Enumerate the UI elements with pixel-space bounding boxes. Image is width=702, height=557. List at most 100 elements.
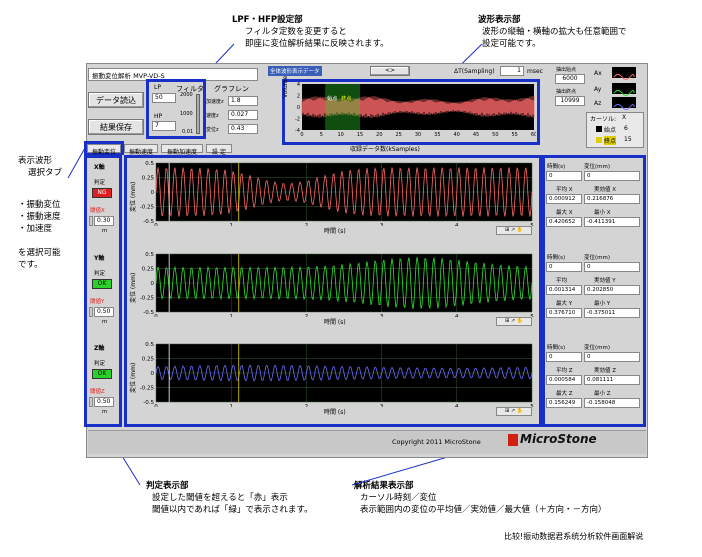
result-disp-label: 変位(mm) — [584, 164, 611, 170]
result-time-label: 時間(s) — [547, 345, 566, 351]
result-max-value: 0.420652 — [546, 217, 582, 227]
threshold-stepper[interactable] — [89, 307, 93, 317]
filter-slider[interactable] — [196, 94, 200, 134]
overview-y-tick: 2 — [297, 94, 300, 100]
axis-label: X軸 — [94, 164, 105, 171]
save-result-button[interactable]: 結果保存 — [88, 119, 144, 135]
judge-status-badge: NG — [92, 188, 112, 198]
y-tick-label: 0.5 — [145, 342, 154, 348]
threshold-stepper[interactable] — [89, 216, 93, 226]
result-avg-label: 平均 X — [556, 187, 573, 193]
threshold-stepper[interactable] — [89, 397, 93, 407]
result-rms-label: 実効値 X — [594, 187, 617, 193]
waveform-chart[interactable]: 0.50.250-0.25-0.50 1 2 3 4 5 — [138, 160, 536, 226]
y-tick-label: 0.5 — [145, 161, 154, 167]
disp-z-label: 変位z — [206, 127, 219, 133]
x-tick-label: 3 — [380, 314, 384, 317]
result-disp-label: 変位(mm) — [584, 345, 611, 351]
overview-xlabel: 収録データ数(kSamples) — [350, 146, 420, 153]
overview-x-tick: 0 — [300, 132, 303, 138]
result-disp-value: 0 — [584, 171, 640, 181]
overview-x-tick: 50 — [492, 132, 498, 138]
judge-status-badge: OK — [92, 369, 112, 379]
accel-z-field[interactable]: 1.8 — [228, 96, 258, 106]
lp-input[interactable]: 50 — [152, 93, 176, 103]
chart-zoom-tools[interactable]: ⊞ ↗ ✋ — [496, 407, 532, 416]
y-tick-label: -0.25 — [140, 296, 155, 302]
result-time-value: 0 — [546, 262, 582, 272]
threshold-input[interactable]: 0.50 — [94, 307, 114, 317]
chart-xlabel: 時間 (s) — [324, 409, 346, 416]
chart-zoom-tools[interactable]: ⊞ ↗ ✋ — [496, 317, 532, 326]
result-min-label: 最小 Y — [594, 301, 611, 307]
overview-y-tick: 0 — [297, 105, 300, 111]
result-max-label: 最大 Z — [556, 391, 573, 397]
overview-y-tick: -2 — [295, 117, 300, 123]
brand-logo-icon — [508, 434, 518, 446]
tab-acceleration[interactable]: 振動加速度 — [161, 144, 203, 156]
tab-settings[interactable]: 設 定 — [206, 144, 232, 156]
threshold-input[interactable]: 0.50 — [94, 397, 114, 407]
x-tick-label: 1 — [229, 314, 233, 317]
x-tick-label: 2 — [305, 314, 309, 317]
result-rms-value: 0.216876 — [584, 194, 640, 204]
threshold-label: 閾値X — [90, 208, 105, 214]
dt-label: ΔT(Sampling) — [454, 68, 495, 75]
x-tick-label: 3 — [380, 404, 384, 407]
lp-label: LP — [154, 84, 161, 91]
cursor-end-value[interactable]: 15 — [624, 136, 632, 143]
chart-ylabel: 変位 (mm) — [130, 272, 137, 303]
legend-ay-label: Ay — [594, 86, 602, 93]
hp-label: HP — [154, 113, 163, 120]
disp-z-field[interactable]: 0.43 — [228, 124, 258, 134]
extract-end-label: 抽出終点 — [556, 89, 577, 95]
waveform-chart[interactable]: 0.50.250-0.25-0.50 1 2 3 4 5 — [138, 341, 536, 407]
x-tick-label: 2 — [305, 404, 309, 407]
judge-status-badge: OK — [92, 279, 112, 289]
overview-waveform[interactable]: 420-2-40 5 10 15 20 25 30 35 40 45 50 55 60始点 終点 — [288, 82, 536, 142]
cursor-start-value[interactable]: 6 — [624, 125, 628, 132]
y-tick-label: 0.25 — [142, 267, 155, 273]
overview-y-tick: 4 — [297, 82, 300, 88]
vel-z-field[interactable]: 0.027 — [228, 110, 258, 120]
read-data-button[interactable]: データ読込 — [88, 92, 144, 108]
overview-x-tick: 35 — [434, 132, 440, 138]
extract-start-field[interactable]: 6000 — [555, 74, 585, 84]
chart-ylabel: 変位 (mm) — [130, 181, 137, 212]
overview-y-tick: -4 — [295, 128, 300, 134]
result-rms-label: 実効値 Z — [594, 368, 617, 374]
y-tick-label: 0 — [151, 281, 155, 287]
x-tick-label: 0 — [154, 314, 158, 317]
overview-cursor-start-label: 始点 — [327, 95, 337, 102]
chart-zoom-tools[interactable]: ⊞ ↗ ✋ — [496, 226, 532, 235]
legend-az-label: Az — [594, 100, 602, 107]
axis-label: Z軸 — [94, 345, 105, 352]
zoom-toggle-button[interactable]: <> — [370, 66, 410, 76]
waveform-chart[interactable]: 0.50.250-0.25-0.50 1 2 3 4 5 — [138, 251, 536, 317]
result-avg-label: 平均 — [556, 278, 568, 284]
overview-x-tick: 40 — [453, 132, 459, 138]
result-avg-value: 0.000584 — [546, 375, 582, 385]
threshold-unit: m — [102, 228, 108, 234]
extract-end-field[interactable]: 10999 — [555, 96, 585, 106]
hp-input[interactable]: 7 — [152, 121, 176, 131]
overview-x-tick: 20 — [376, 132, 382, 138]
result-max-label: 最大 Y — [556, 301, 573, 307]
cursor-end-label: 終点 — [604, 136, 617, 145]
result-time-label: 時間(s) — [547, 164, 566, 170]
copyright-text: Copyright 2011 MicroStone — [392, 438, 481, 446]
threshold-input[interactable]: 0.30 — [94, 216, 114, 226]
tab-displacement[interactable]: 振動変位 — [87, 144, 121, 156]
threshold-label: 閾値Z — [90, 389, 105, 395]
result-avg-label: 平均 Z — [556, 368, 573, 374]
judge-label: 判定 — [94, 180, 106, 186]
tab-velocity[interactable]: 振動速度 — [124, 144, 158, 156]
extract-start-label: 抽出始点 — [556, 67, 577, 73]
y-tick-label: -0.5 — [143, 310, 154, 316]
y-tick-label: -0.5 — [143, 400, 154, 406]
overview-selection-range — [325, 84, 360, 130]
overview-tab[interactable]: 全体波形表示データ — [268, 66, 322, 76]
dt-field[interactable]: 1 — [500, 66, 524, 76]
cursor-axis[interactable]: X — [622, 114, 626, 121]
gravity-label: グラフレン — [214, 85, 249, 93]
